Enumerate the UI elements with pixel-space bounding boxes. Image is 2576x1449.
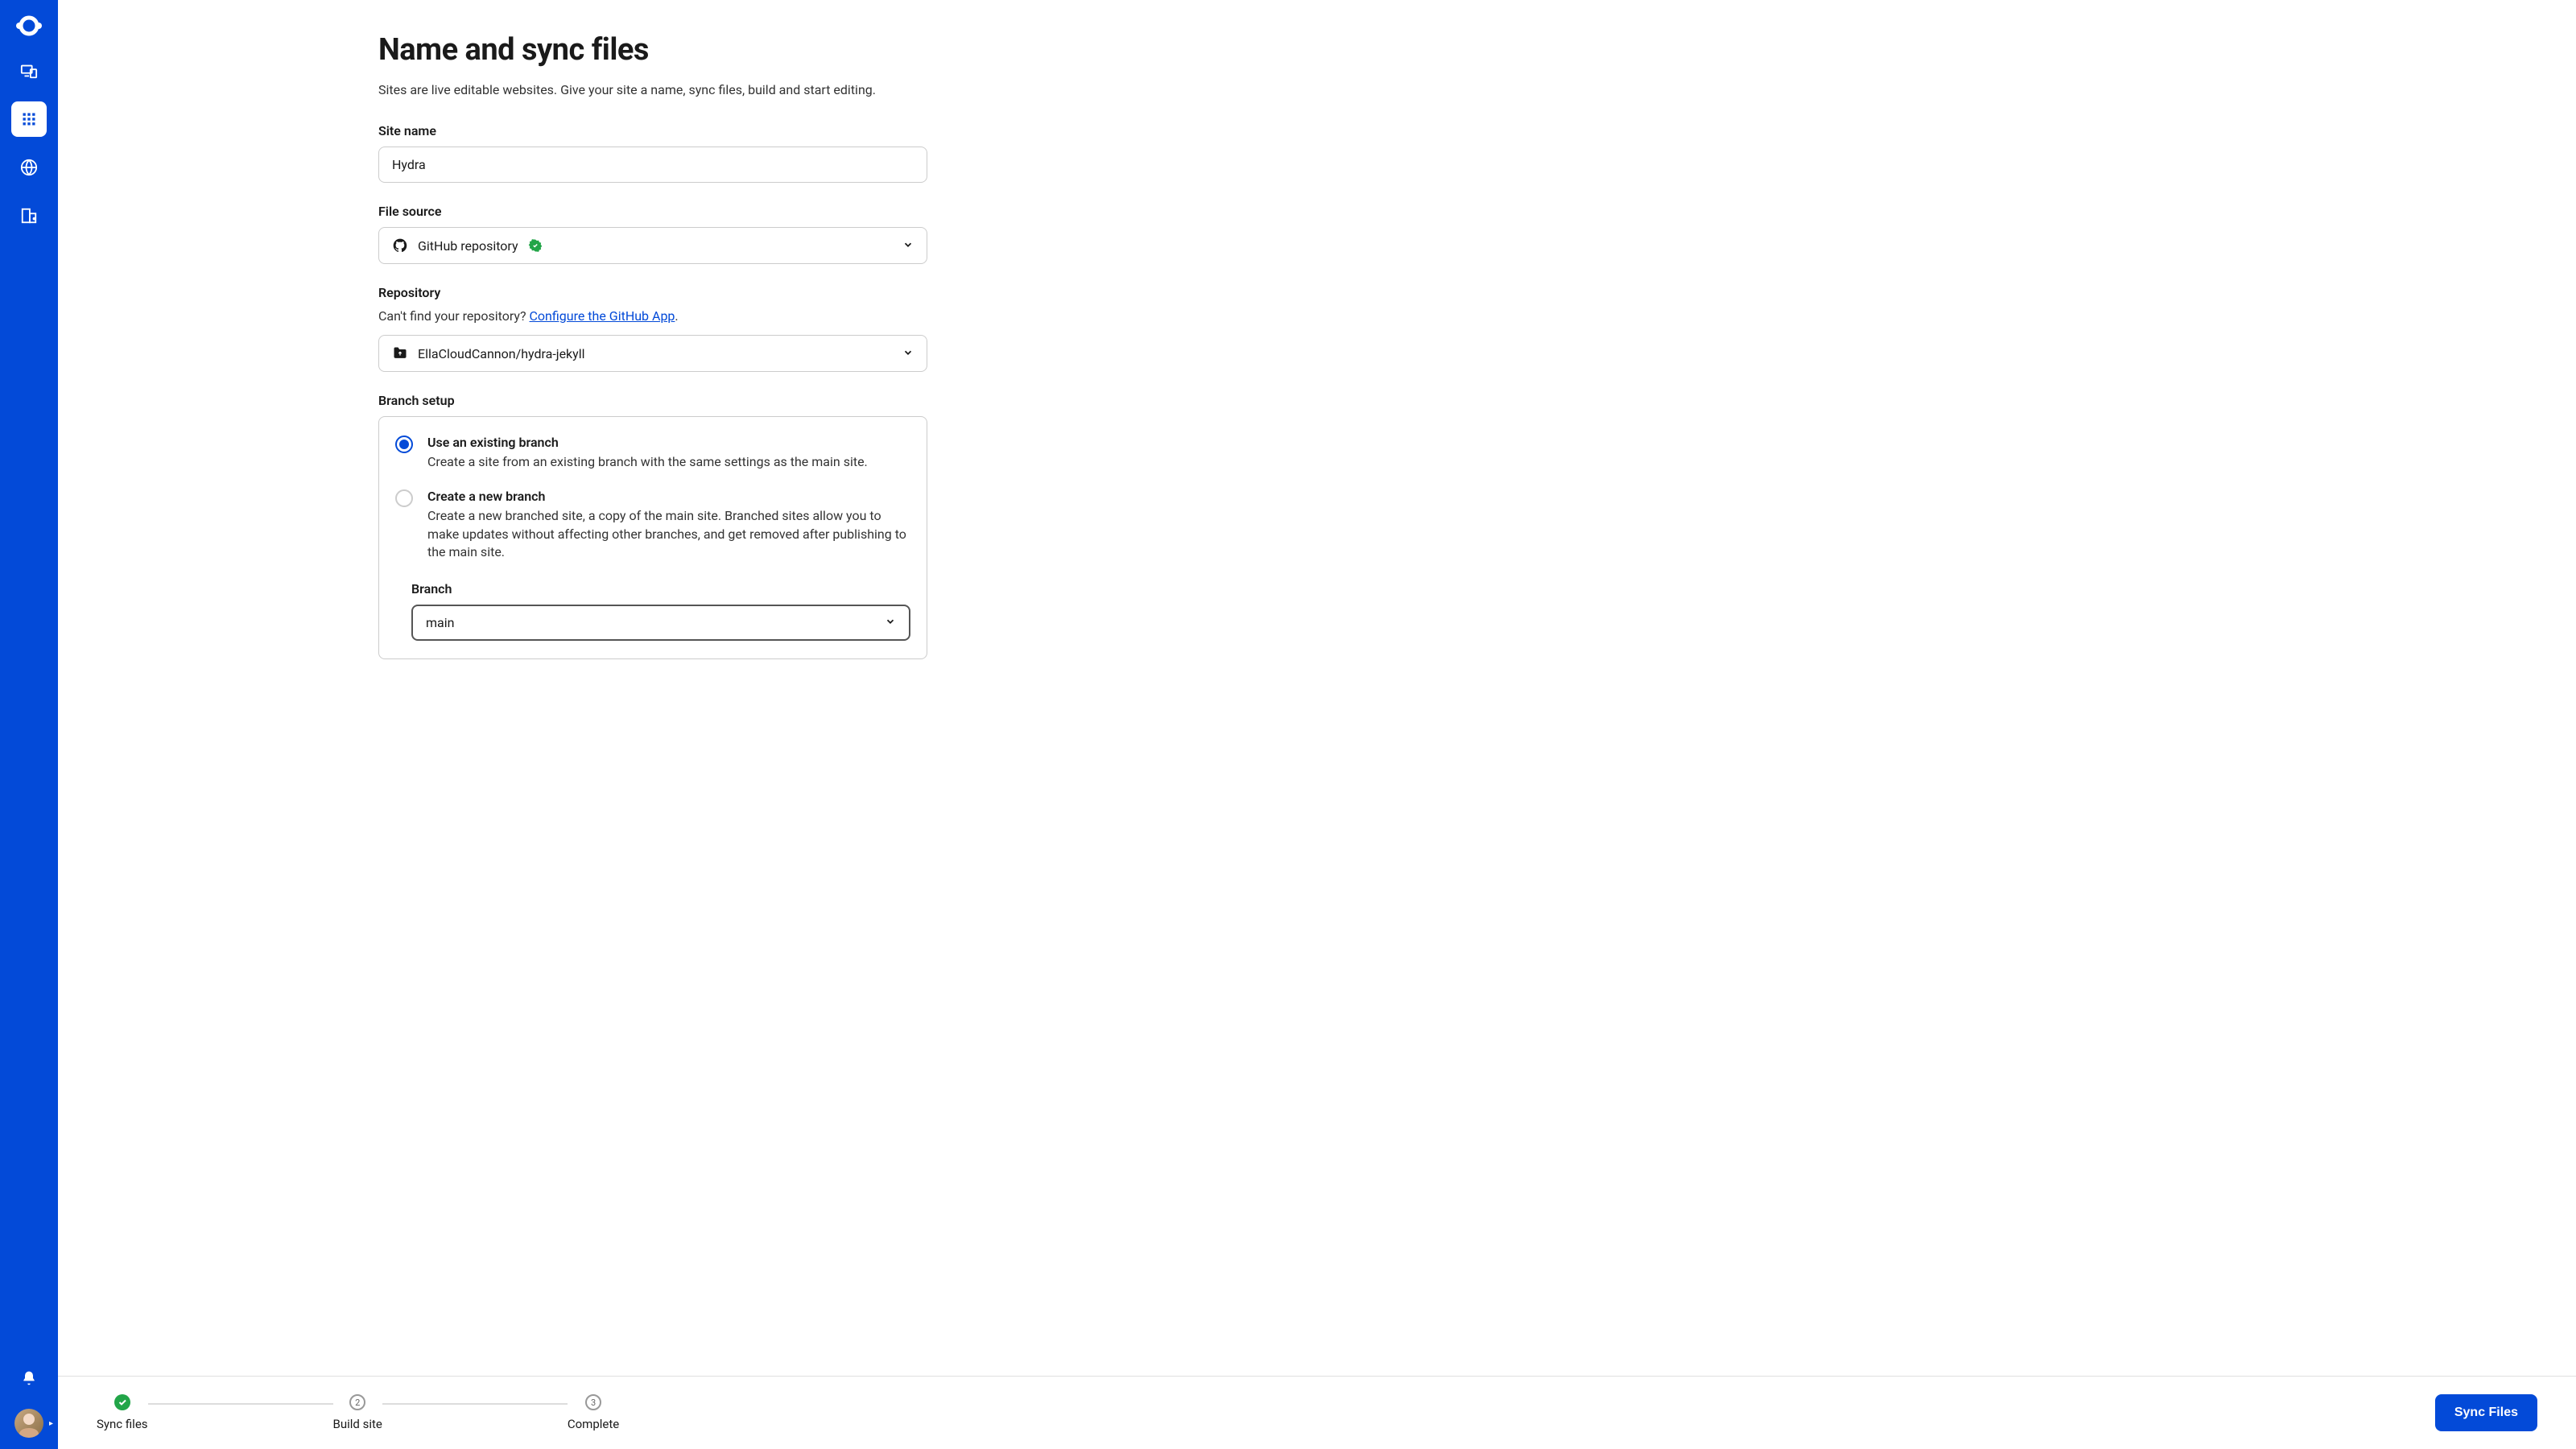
- file-source-select[interactable]: GitHub repository: [378, 227, 927, 264]
- radio-indicator: [395, 489, 413, 507]
- radio-title: Use an existing branch: [427, 435, 910, 450]
- verified-icon: [528, 238, 543, 253]
- radio-indicator: [395, 436, 413, 453]
- sidebar: ▸: [0, 0, 58, 1449]
- configure-github-link[interactable]: Configure the GitHub App: [530, 308, 675, 324]
- radio-new-branch[interactable]: Create a new branch Create a new branche…: [395, 489, 910, 561]
- step-complete: 3 Complete: [568, 1394, 619, 1431]
- sidebar-item-apps[interactable]: [11, 101, 47, 137]
- file-source-value: GitHub repository: [418, 238, 518, 254]
- chevron-down-icon: [902, 346, 914, 361]
- radio-description: Create a site from an existing branch wi…: [427, 453, 910, 471]
- radio-existing-branch[interactable]: Use an existing branch Create a site fro…: [395, 435, 910, 471]
- sidebar-item-devices[interactable]: [11, 53, 47, 89]
- folder-icon: [392, 345, 408, 361]
- branch-select[interactable]: main: [411, 605, 910, 641]
- page-title: Name and sync files: [378, 32, 927, 68]
- step-build-site: 2 Build site: [333, 1394, 382, 1431]
- main-content: Name and sync files Sites are live edita…: [58, 0, 2576, 1376]
- chevron-down-icon: [885, 615, 896, 630]
- user-avatar[interactable]: ▸: [14, 1409, 43, 1438]
- sidebar-item-org[interactable]: [11, 198, 47, 233]
- caret-right-icon: ▸: [49, 1419, 53, 1428]
- site-name-input[interactable]: Hydra: [378, 147, 927, 183]
- repository-help: Can't find your repository? Configure th…: [378, 308, 927, 324]
- step-connector: [148, 1403, 333, 1405]
- sidebar-item-globe[interactable]: [11, 150, 47, 185]
- step-connector: [382, 1403, 568, 1405]
- repository-select[interactable]: EllaCloudCannon/hydra-jekyll: [378, 335, 927, 372]
- step-sync-files: Sync files: [97, 1394, 148, 1431]
- page-subtitle: Sites are live editable websites. Give y…: [378, 82, 927, 97]
- footer: Sync files 2 Build site 3 Complete Sync …: [58, 1376, 2576, 1449]
- radio-description: Create a new branched site, a copy of th…: [427, 507, 910, 561]
- step-indicator: 2: [349, 1394, 365, 1410]
- step-indicator-done: [114, 1394, 130, 1410]
- repository-value: EllaCloudCannon/hydra-jekyll: [418, 346, 585, 361]
- step-indicator: 3: [585, 1394, 601, 1410]
- file-source-label: File source: [378, 204, 927, 219]
- branch-setup-box: Use an existing branch Create a site fro…: [378, 416, 927, 659]
- chevron-down-icon: [902, 238, 914, 254]
- sync-files-button[interactable]: Sync Files: [2435, 1394, 2537, 1431]
- branch-value: main: [426, 615, 454, 630]
- radio-title: Create a new branch: [427, 489, 910, 504]
- brand-logo[interactable]: [14, 11, 43, 40]
- notifications-icon[interactable]: [11, 1360, 47, 1396]
- site-name-value: Hydra: [392, 157, 426, 172]
- github-icon: [392, 237, 408, 254]
- progress-steps: Sync files 2 Build site 3 Complete: [97, 1394, 619, 1431]
- repository-label: Repository: [378, 285, 927, 300]
- site-name-label: Site name: [378, 123, 927, 138]
- branch-label: Branch: [411, 581, 910, 597]
- branch-setup-label: Branch setup: [378, 393, 927, 408]
